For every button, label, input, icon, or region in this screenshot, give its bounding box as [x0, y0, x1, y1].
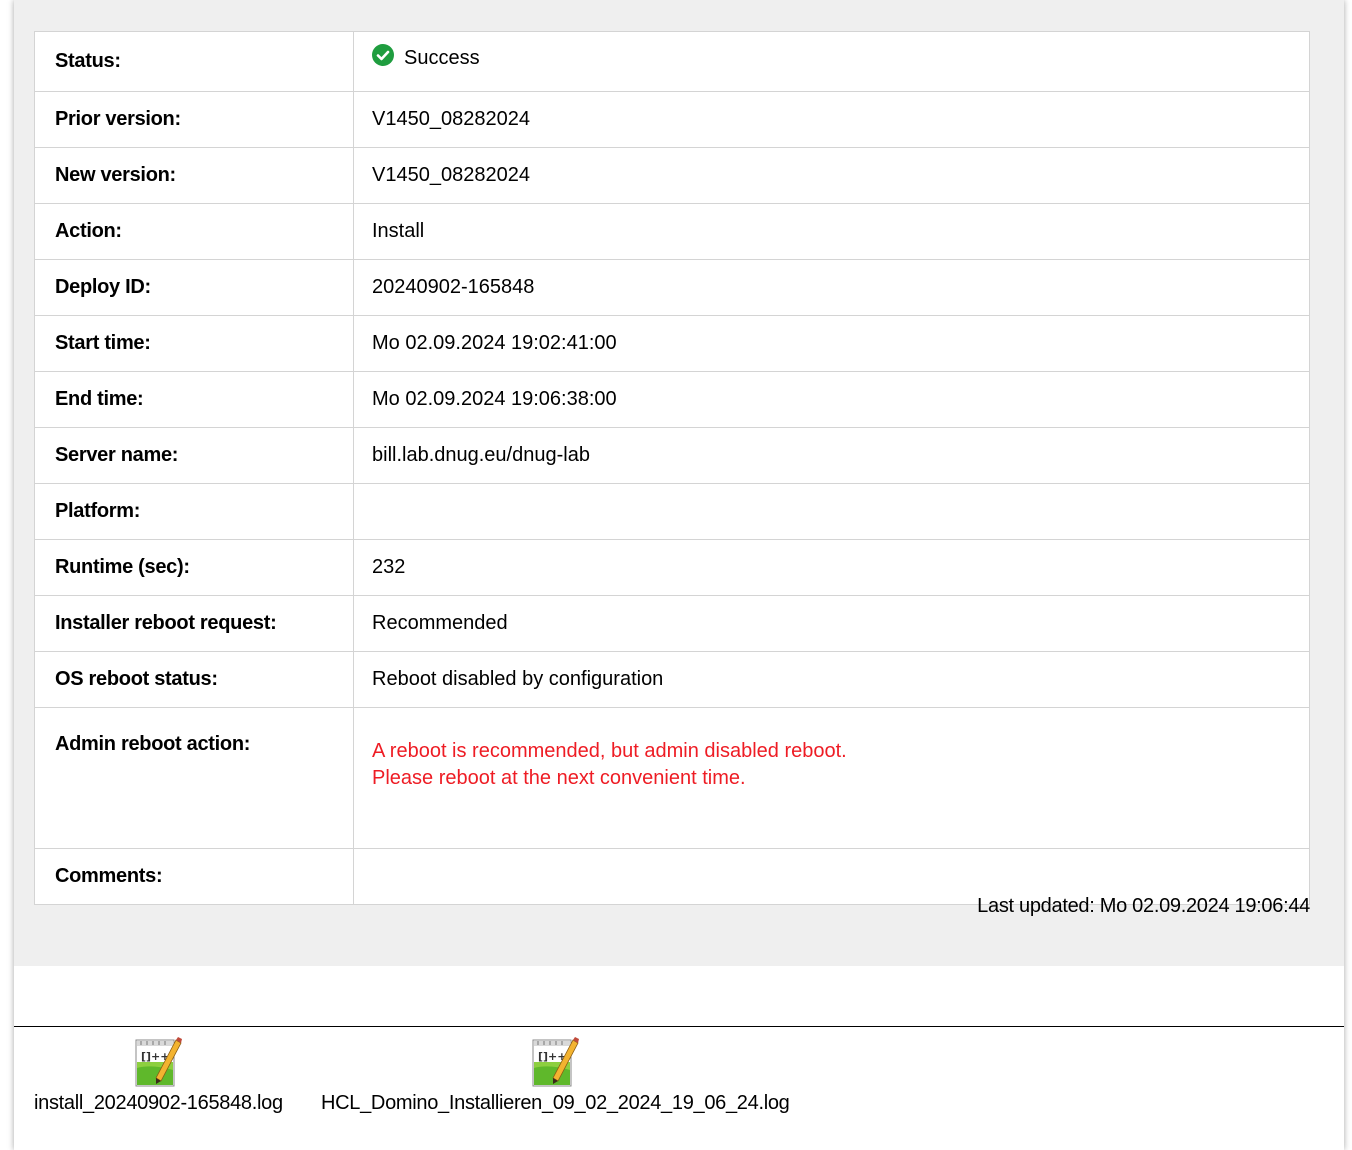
table-row: Platform:	[34, 483, 1310, 540]
row-label: OS reboot status:	[34, 651, 354, 708]
admin-reboot-warning: A reboot is recommended, but admin disab…	[353, 707, 1310, 849]
last-updated-text: Last updated: Mo 02.09.2024 19:06:44	[977, 895, 1310, 917]
row-value: bill.lab.dnug.eu/dnug-lab	[353, 427, 1310, 484]
row-value: V1450_08282024	[353, 91, 1310, 148]
row-label: Runtime (sec):	[34, 539, 354, 596]
row-label: Comments:	[34, 848, 354, 905]
document-frame: Status: Success Prior version: V1450_082…	[14, 0, 1344, 1150]
row-label: Prior version:	[34, 91, 354, 148]
table-row: Runtime (sec): 232	[34, 539, 1310, 596]
details-panel: Status: Success Prior version: V1450_082…	[14, 0, 1344, 966]
row-value: 232	[353, 539, 1310, 596]
deployment-details-table: Status: Success Prior version: V1450_082…	[34, 31, 1310, 905]
attachment-filename[interactable]: install_20240902-165848.log	[34, 1092, 283, 1115]
check-circle-icon	[372, 43, 394, 66]
table-row: Status: Success	[34, 31, 1310, 92]
table-row: End time: Mo 02.09.2024 19:06:38:00	[34, 371, 1310, 428]
table-row: Action: Install	[34, 203, 1310, 260]
table-row: Admin reboot action: A reboot is recomme…	[34, 707, 1310, 849]
row-label: Server name:	[34, 427, 354, 484]
attachment-domino-log[interactable]: []++ HCL_Domino_Installieren_09_02_2024_…	[321, 1034, 790, 1115]
row-value	[353, 483, 1310, 540]
row-label: Action:	[34, 203, 354, 260]
row-label: Admin reboot action:	[34, 707, 354, 849]
warning-line: A reboot is recommended, but admin disab…	[372, 740, 847, 762]
row-label: Installer reboot request:	[34, 595, 354, 652]
row-value: Recommended	[353, 595, 1310, 652]
status-value: Success	[404, 47, 480, 70]
row-value: Reboot disabled by configuration	[353, 651, 1310, 708]
notepad-plus-plus-icon[interactable]: []++	[529, 1034, 581, 1088]
row-label: Deploy ID:	[34, 259, 354, 316]
warning-line: Please reboot at the next convenient tim…	[372, 767, 746, 789]
row-label: Status:	[34, 31, 354, 92]
divider	[14, 1026, 1344, 1027]
row-value: Install	[353, 203, 1310, 260]
table-row: New version: V1450_08282024	[34, 147, 1310, 204]
attachment-install-log[interactable]: []++ install_20240902-165848.log	[34, 1034, 283, 1115]
row-label: End time:	[34, 371, 354, 428]
table-row: Server name: bill.lab.dnug.eu/dnug-lab	[34, 427, 1310, 484]
row-value: 20240902-165848	[353, 259, 1310, 316]
table-row: OS reboot status: Reboot disabled by con…	[34, 651, 1310, 708]
row-value: V1450_08282024	[353, 147, 1310, 204]
notepad-plus-plus-icon[interactable]: []++	[132, 1034, 184, 1088]
attachment-filename[interactable]: HCL_Domino_Installieren_09_02_2024_19_06…	[321, 1092, 790, 1115]
row-label: Platform:	[34, 483, 354, 540]
row-value: Mo 02.09.2024 19:06:38:00	[353, 371, 1310, 428]
row-value: Mo 02.09.2024 19:02:41:00	[353, 315, 1310, 372]
table-row: Deploy ID: 20240902-165848	[34, 259, 1310, 316]
row-value: Success	[353, 31, 1310, 92]
table-row: Installer reboot request: Recommended	[34, 595, 1310, 652]
table-row: Prior version: V1450_08282024	[34, 91, 1310, 148]
row-label: Start time:	[34, 315, 354, 372]
row-label: New version:	[34, 147, 354, 204]
table-row: Start time: Mo 02.09.2024 19:02:41:00	[34, 315, 1310, 372]
